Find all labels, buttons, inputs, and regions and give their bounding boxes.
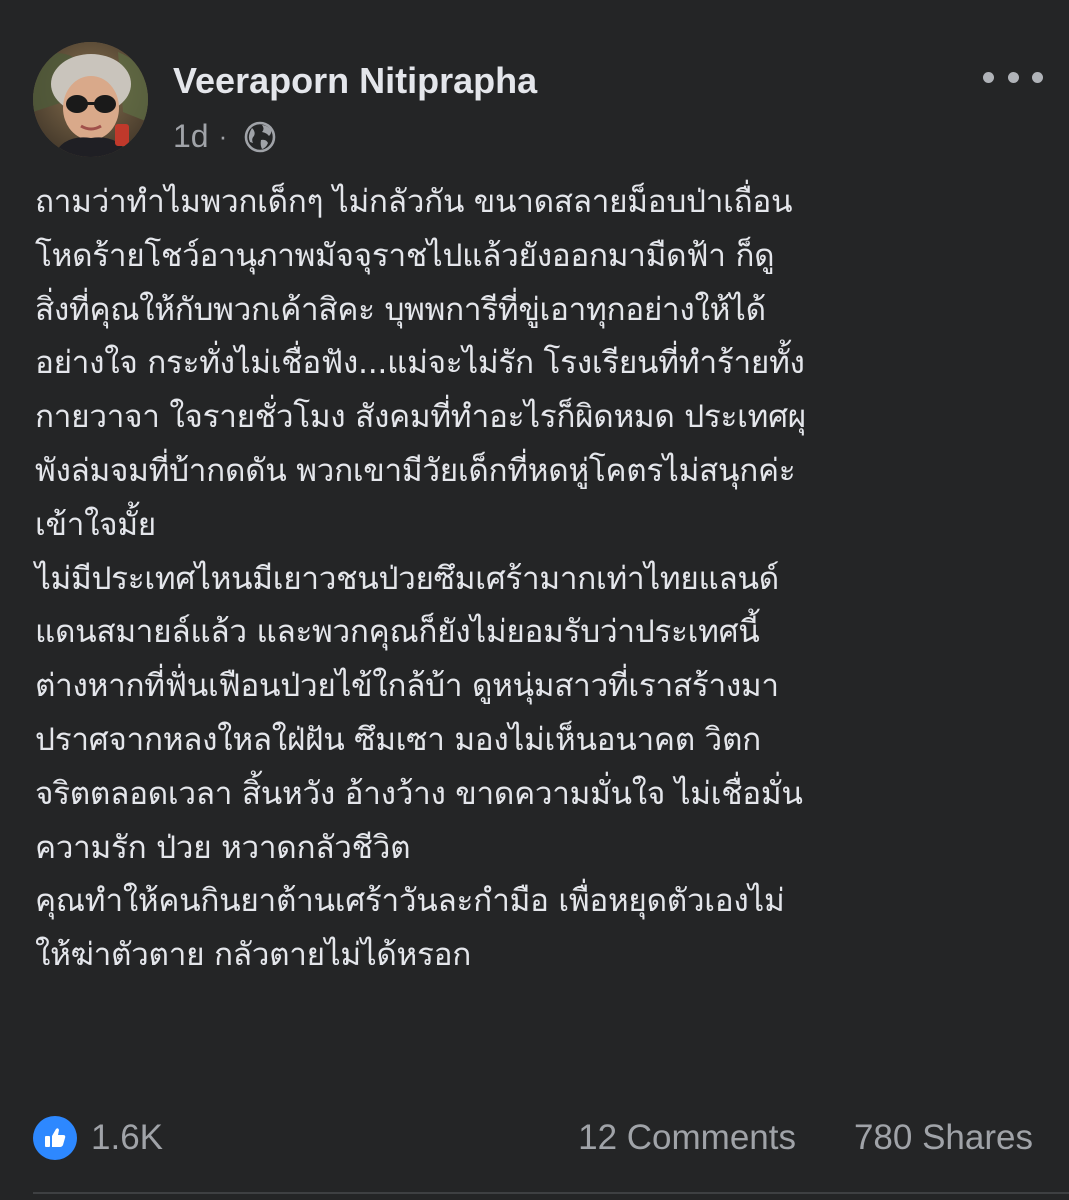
- post-body-line: จริตตลอดเวลา สิ้นหวัง อ้างว้าง ขาดความมั…: [35, 775, 803, 812]
- post-engagement-bar: 1.6K 12 Comments 780 Shares: [33, 1112, 1033, 1166]
- globe-icon[interactable]: [243, 120, 277, 154]
- more-options-icon[interactable]: [983, 62, 1043, 92]
- facebook-post: Veeraporn Nitiprapha 1d · ถามว่าทำไมพวกเ…: [0, 0, 1069, 1200]
- reaction-count[interactable]: 1.6K: [91, 1118, 163, 1158]
- post-body-line: สิ่งที่คุณให้กับพวกเค้าสิคะ บุพพการีที่ข…: [35, 291, 766, 328]
- divider: [33, 1192, 1069, 1194]
- post-body-line: โหดร้ายโชว์อานุภาพมัจจุราชไปแล้วยังออกมา…: [35, 237, 775, 274]
- post-body-line: ถามว่าทำไมพวกเด็กๆ ไม่กลัวกัน ขนาดสลายม็…: [35, 184, 793, 220]
- post-body-line: คุณทำให้คนกินยาต้านเศร้าวันละกำมือ เพื่อ…: [35, 883, 785, 920]
- thumbs-up-icon[interactable]: [33, 1116, 77, 1160]
- post-header: Veeraporn Nitiprapha 1d ·: [33, 42, 1043, 162]
- post-timestamp[interactable]: 1d: [173, 118, 209, 155]
- meta-separator: ·: [218, 121, 228, 151]
- post-body-line: แดนสมายล์แล้ว และพวกคุณก็ยังไม่ยอมรับว่า…: [35, 614, 760, 651]
- post-body-line: อย่างใจ กระทั่งไม่เชื่อฟัง...แม่จะไม่รัก…: [35, 345, 805, 382]
- post-meta: 1d ·: [173, 118, 277, 155]
- author-name[interactable]: Veeraporn Nitiprapha: [173, 60, 537, 102]
- post-body-line: ความรัก ป่วย หวาดกลัวชีวิต: [35, 829, 411, 866]
- post-body-line: กายวาจา ใจรายชั่วโมง สังคมที่ทำอะไรก็ผิด…: [35, 399, 806, 436]
- comments-count[interactable]: 12 Comments: [578, 1118, 796, 1158]
- post-body-line: พังล่มจมที่บ้ากดดัน พวกเขามีวัยเด็กที่หด…: [35, 452, 796, 489]
- post-body-line: ไม่มีประเทศไหนมีเยาวชนป่วยซึมเศร้ามากเท่…: [35, 560, 779, 597]
- post-body-line: ให้ฆ่าตัวตาย กลัวตายไม่ได้หรอก: [35, 937, 472, 974]
- post-body: ถามว่าทำไมพวกเด็กๆ ไม่กลัวกัน ขนาดสลายม็…: [35, 176, 1045, 983]
- shares-count[interactable]: 780 Shares: [854, 1118, 1033, 1158]
- avatar[interactable]: [33, 42, 148, 157]
- avatar-photo: [33, 42, 148, 157]
- post-body-line: ต่างหากที่ฟั่นเฟือนป่วยไข้ใกล้บ้า ดูหนุ่…: [35, 668, 779, 705]
- post-body-line: ปราศจากหลงใหลใฝ่ฝัน ซึมเซา มองไม่เห็นอนา…: [35, 721, 761, 758]
- post-body-line: เข้าใจมั้ย: [35, 506, 156, 543]
